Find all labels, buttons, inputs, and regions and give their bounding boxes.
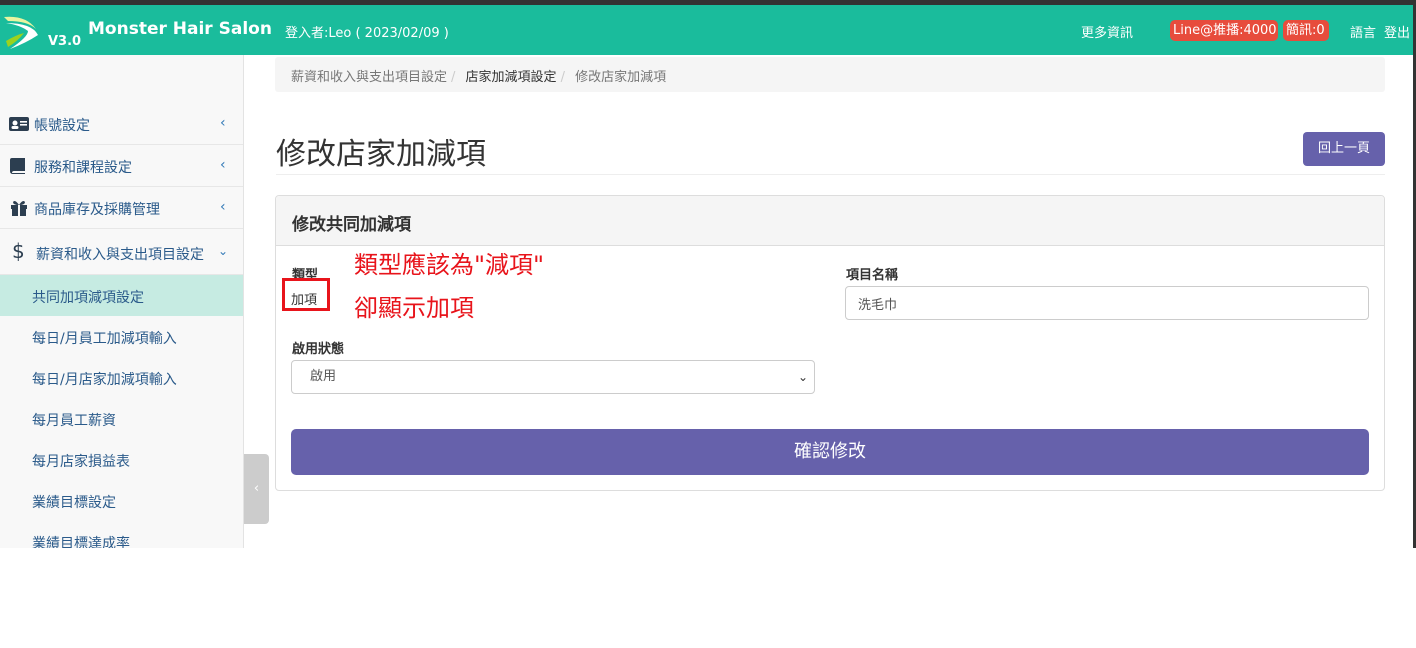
chevron-left-icon: ‹	[220, 115, 226, 131]
status-selected-value: 啟用	[310, 369, 337, 384]
name-label: 項目名稱	[846, 268, 899, 283]
login-info: 登入者:Leo ( 2023/02/09 )	[285, 26, 449, 41]
sidebar-subitem-staff-adjustments[interactable]: 每日/月員工加減項輸入	[0, 316, 243, 357]
sms-badge[interactable]: 簡訊:0	[1283, 20, 1329, 41]
panel-header: 修改共同加減項	[276, 196, 1384, 246]
gift-icon	[11, 201, 27, 216]
annotation-text-line1: 類型應該為"減項"	[354, 251, 545, 279]
sidebar-item-inventory[interactable]: 商品庫存及採購管理 ‹	[0, 187, 243, 229]
sidebar-subitem-target-rate[interactable]: 業績目標達成率	[0, 521, 243, 548]
sidebar-collapse-button[interactable]: ‹	[244, 454, 269, 524]
salon-logo-icon[interactable]	[2, 9, 44, 51]
breadcrumb-item-salary[interactable]: 薪資和收入與支出項目設定	[291, 70, 447, 85]
chevron-down-icon: ⌄	[218, 244, 229, 258]
line-push-badge[interactable]: Line@推播:4000	[1170, 20, 1278, 41]
sidebar: 帳號設定 ‹ 服務和課程設定 ‹ 商品庫存及採購管理 ‹ $ 薪資和收入與支出項…	[0, 55, 244, 548]
sidebar-item-label: 帳號設定	[34, 118, 90, 134]
sidebar-item-account[interactable]: 帳號設定 ‹	[0, 103, 243, 145]
title-divider	[276, 174, 1385, 175]
breadcrumb-separator: /	[451, 70, 456, 85]
breadcrumb-item-current: 修改店家加減項	[575, 70, 667, 85]
breadcrumb-separator: /	[560, 70, 565, 85]
breadcrumb: 薪資和收入與支出項目設定 / 店家加減項設定 / 修改店家加減項	[275, 57, 1385, 92]
sidebar-item-services[interactable]: 服務和課程設定 ‹	[0, 145, 243, 187]
chevron-left-icon: ‹	[220, 157, 226, 173]
sidebar-subitem-label: 共同加項減項設定	[32, 290, 144, 306]
sidebar-menu: 帳號設定 ‹ 服務和課程設定 ‹ 商品庫存及採購管理 ‹ $ 薪資和收入與支出項…	[0, 103, 243, 548]
page-title: 修改店家加減項	[276, 137, 486, 172]
sidebar-subitem-label: 每日/月員工加減項輸入	[32, 331, 177, 347]
back-button[interactable]: 回上一頁	[1303, 132, 1385, 166]
sidebar-item-label: 服務和課程設定	[34, 160, 132, 176]
app-version: V3.0	[48, 34, 82, 49]
status-label: 啟用狀態	[292, 342, 345, 357]
sidebar-item-salary[interactable]: $ 薪資和收入與支出項目設定 ⌄	[0, 229, 243, 275]
book-icon	[10, 158, 25, 174]
language-link[interactable]: 語言	[1350, 22, 1376, 41]
sidebar-subitem-label: 每月員工薪資	[32, 413, 116, 429]
sidebar-subitem-label: 業績目標達成率	[32, 536, 130, 548]
sidebar-subitem-profit-loss[interactable]: 每月店家損益表	[0, 439, 243, 480]
more-info-link[interactable]: 更多資訊	[1081, 22, 1133, 41]
dollar-icon: $	[12, 239, 25, 263]
sidebar-item-label: 商品庫存及採購管理	[34, 202, 160, 218]
sidebar-subitem-monthly-salary[interactable]: 每月員工薪資	[0, 398, 243, 439]
sidebar-subitem-targets[interactable]: 業績目標設定	[0, 480, 243, 521]
brand-name[interactable]: Monster Hair Salon	[88, 19, 272, 39]
chevron-left-icon: ‹	[220, 199, 226, 215]
breadcrumb-item-store-adjustments[interactable]: 店家加減項設定	[466, 70, 557, 85]
status-select[interactable]: 啟用 ⌄	[291, 360, 815, 394]
sidebar-subitem-label: 業績目標設定	[32, 495, 116, 511]
logout-link[interactable]: 登出	[1384, 22, 1410, 41]
id-card-icon	[9, 117, 29, 131]
sidebar-item-label: 薪資和收入與支出項目設定	[36, 247, 204, 263]
sidebar-subitem-label: 每日/月店家加減項輸入	[32, 372, 177, 388]
annotation-highlight-box	[282, 278, 330, 311]
sidebar-subitem-label: 每月店家損益表	[32, 454, 130, 470]
annotation-text-line2: 卻顯示加項	[354, 294, 474, 322]
top-navbar: V3.0 Monster Hair Salon 登入者:Leo ( 2023/0…	[0, 5, 1416, 55]
confirm-edit-button[interactable]: 確認修改	[291, 429, 1369, 475]
sidebar-subitem-store-adjustments[interactable]: 每日/月店家加減項輸入	[0, 357, 243, 398]
panel-title: 修改共同加減項	[292, 215, 411, 235]
chevron-down-icon: ⌄	[797, 370, 808, 384]
item-name-input[interactable]	[845, 286, 1369, 320]
sidebar-subitem-common-adjustments[interactable]: 共同加項減項設定	[0, 275, 243, 316]
chevron-left-icon: ‹	[253, 481, 260, 496]
